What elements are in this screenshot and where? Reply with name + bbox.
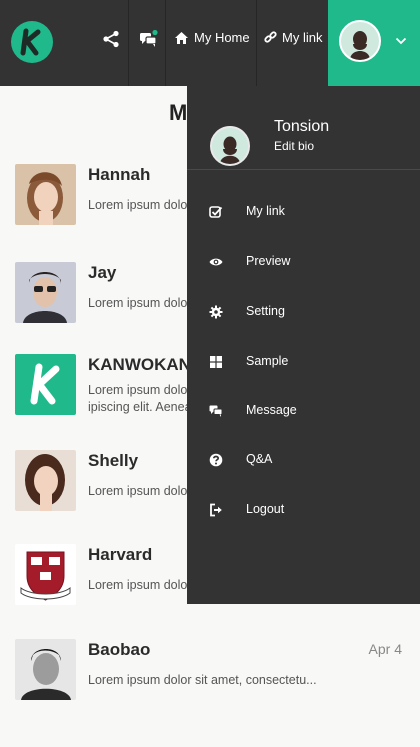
menu-item-label: Q&A [246,452,273,466]
contact-name: Harvard [88,545,153,564]
avatar [15,544,76,605]
divider [128,0,129,86]
my-home-link[interactable]: My Home [174,30,250,45]
avatar [15,262,76,323]
my-link-label: My link [282,30,323,45]
top-bar: My Home My link [0,0,420,86]
check-square-icon [209,206,223,218]
chat-icon [209,405,223,417]
contact-name: Hannah [88,165,151,184]
menu-item-label: My link [246,204,285,218]
contact-name: Shelly [88,451,139,470]
menu-profile-header[interactable]: Tonsion Edit bio [187,86,420,170]
edit-bio-link[interactable]: Edit bio [274,139,314,153]
list-item[interactable]: Baobao Apr 4 Lorem ipsum dolor sit amet,… [0,639,420,733]
message-preview: Lorem ipsum dolor sit amet, consectetu..… [88,673,317,687]
avatar [15,450,76,511]
logout-icon [210,503,222,517]
avatar [15,639,76,700]
app-logo[interactable] [11,21,53,63]
avatar [15,354,76,415]
contact-name: Jay [88,263,117,282]
avatar [339,20,381,62]
crest-icon [20,551,71,601]
contact-name: KANWOKAN [88,355,191,374]
menu-item-logout[interactable]: Logout [187,491,420,531]
grid-icon [210,356,222,368]
gear-icon [209,305,223,319]
my-link-link[interactable]: My link [264,30,322,45]
menu-item-setting[interactable]: Setting [187,293,420,333]
logo-k-icon [20,28,41,56]
chevron-down-icon [395,37,407,45]
menu-item-sample[interactable]: Sample [187,343,420,383]
avatar [15,164,76,225]
menu-item-label: Sample [246,354,289,368]
message-date: Apr 4 [368,641,402,657]
chat-icon[interactable] [139,29,161,51]
account-dropdown-menu: Tonsion Edit bio My link Preview Setting… [187,86,420,604]
divider [165,0,166,86]
menu-item-qa[interactable]: Q&A [187,441,420,481]
contact-name: Baobao [88,640,151,659]
link-icon [264,30,277,43]
divider [256,0,257,86]
page-title: M [169,100,188,125]
user-name: Tonsion [274,118,330,135]
menu-item-label: Preview [246,254,291,268]
home-icon [175,31,188,44]
avatar [210,126,250,166]
my-home-label: My Home [194,30,250,45]
menu-item-preview[interactable]: Preview [187,243,420,283]
account-menu-button[interactable] [328,0,420,86]
eye-icon [209,258,223,266]
menu-item-label: Message [246,403,297,417]
share-icon[interactable] [101,29,123,51]
menu-item-my-link[interactable]: My link [187,193,420,233]
menu-item-label: Setting [246,304,285,318]
question-icon [209,453,223,467]
menu-item-label: Logout [246,502,285,516]
menu-item-message[interactable]: Message [187,392,420,432]
